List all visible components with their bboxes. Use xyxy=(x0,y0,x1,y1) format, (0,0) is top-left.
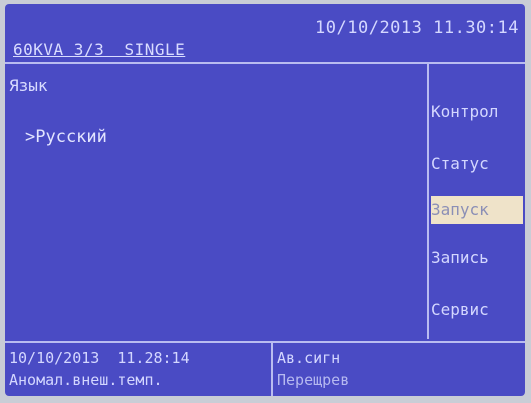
event-datetime: 10/10/2013 11.28:14 xyxy=(9,349,190,367)
header-bar: 60KVA 3/3 SINGLE 10/10/2013 11.30:14 xyxy=(5,4,525,64)
menu-item-log[interactable]: Запись xyxy=(431,244,523,272)
main-panel: Язык >Русский xyxy=(5,64,429,339)
menu-item-control[interactable]: Контрол xyxy=(431,98,523,126)
alarm-panel: Ав.сигн Перещрев xyxy=(273,343,525,396)
current-datetime: 10/10/2013 11.30:14 xyxy=(315,18,519,38)
alarm-label: Ав.сигн xyxy=(277,349,341,367)
language-option-russian[interactable]: >Русский xyxy=(25,127,107,147)
status-footer: 10/10/2013 11.28:14 Аномал.внеш.темп. Ав… xyxy=(5,341,525,396)
event-panel: 10/10/2013 11.28:14 Аномал.внеш.темп. xyxy=(5,343,273,396)
device-info-label: 60KVA 3/3 SINGLE xyxy=(13,40,186,59)
menu-item-status[interactable]: Статус xyxy=(431,150,523,178)
event-description: Аномал.внеш.темп. xyxy=(9,371,163,389)
menu-item-startup[interactable]: Запуск xyxy=(431,196,523,224)
page-title: Язык xyxy=(9,76,48,95)
lcd-screen: 60KVA 3/3 SINGLE 10/10/2013 11.30:14 Язы… xyxy=(5,4,525,396)
alarm-value: Перещрев xyxy=(277,371,350,389)
menu-item-service[interactable]: Сервис xyxy=(431,296,523,324)
side-menu: Контрол Статус Запуск Запись Сервис xyxy=(429,64,525,339)
